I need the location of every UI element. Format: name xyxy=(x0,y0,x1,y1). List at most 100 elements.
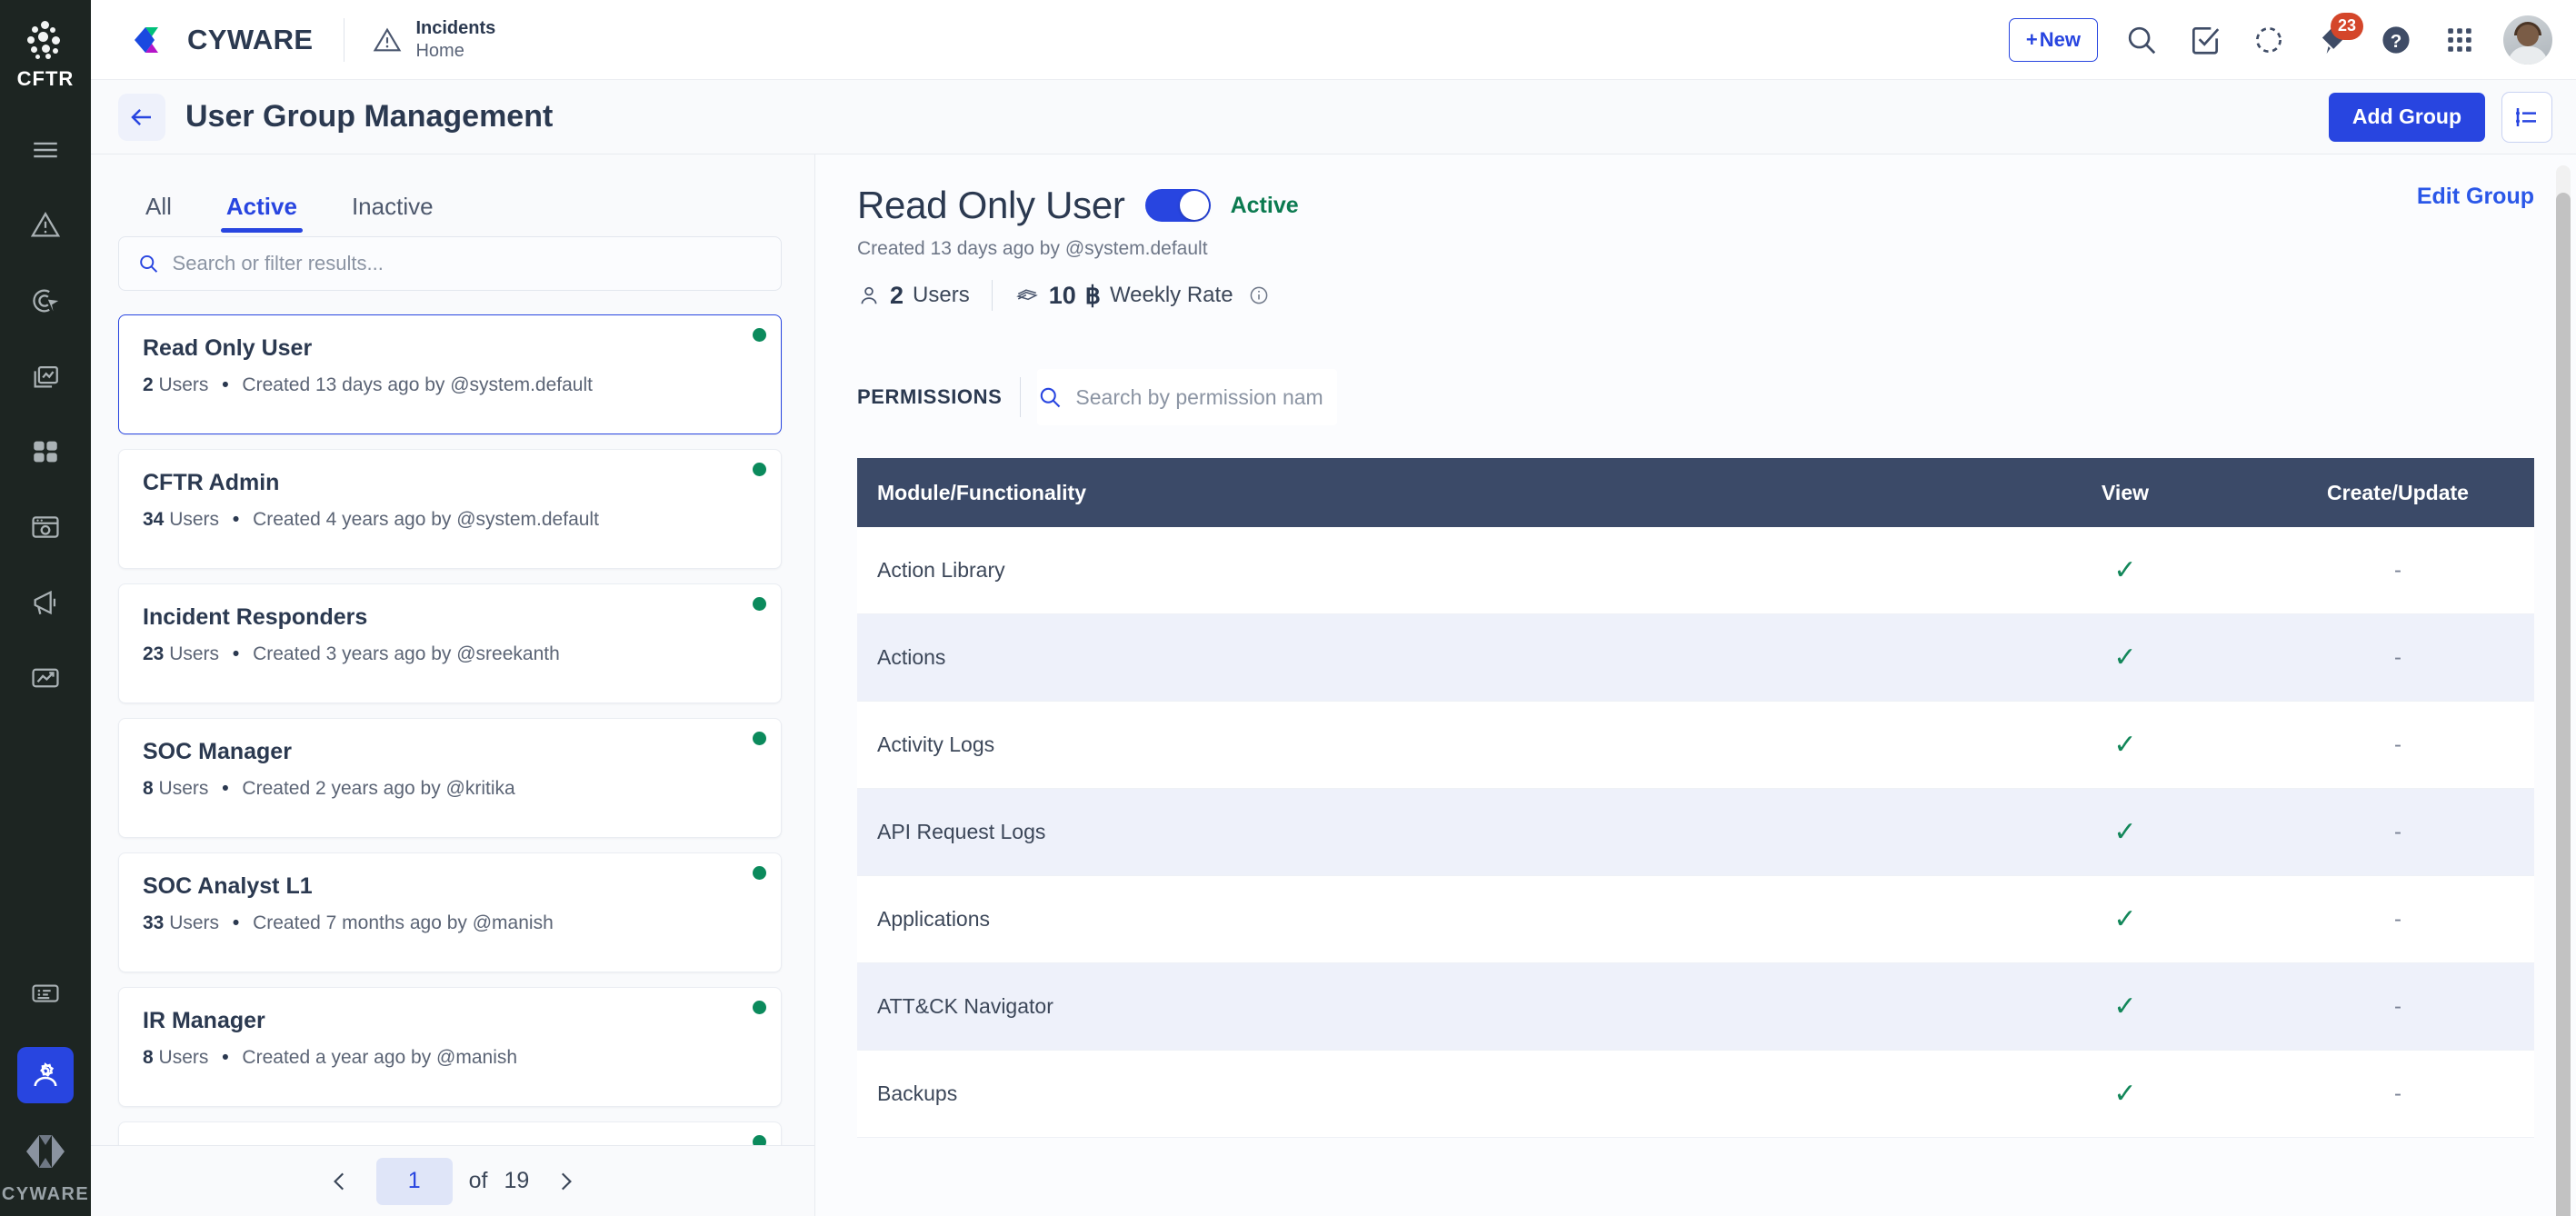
add-group-button[interactable]: Add Group xyxy=(2328,92,2485,142)
menu-icon[interactable] xyxy=(17,122,74,178)
left-nav-rail: CFTR CYWARE xyxy=(0,0,91,1216)
console-icon[interactable] xyxy=(17,965,74,1022)
bullet-separator: • xyxy=(222,374,229,396)
group-users-label: Users xyxy=(158,1047,209,1069)
list-item[interactable]: SOC Manager 8 Users • Created 2 years ag… xyxy=(118,718,782,839)
apps-grid-icon[interactable] xyxy=(17,424,74,480)
permission-search-input[interactable] xyxy=(1075,384,1323,410)
search-icon xyxy=(140,254,158,273)
list-item[interactable]: CFTR Admin 34 Users • Created 4 years ag… xyxy=(118,449,782,570)
analytics-icon[interactable] xyxy=(17,650,74,706)
detail-scrollbar[interactable] xyxy=(2556,165,2571,1216)
cell-view: ✓ xyxy=(1989,731,2261,759)
table-row[interactable]: Applications ✓ - xyxy=(857,876,2534,963)
cell-create-update: - xyxy=(2261,1081,2534,1107)
tasks-icon[interactable] xyxy=(2185,20,2225,60)
help-icon[interactable]: ? xyxy=(2376,20,2416,60)
new-button-label: New xyxy=(2039,27,2081,51)
orchestration-icon[interactable] xyxy=(17,499,74,555)
cell-module: Backups xyxy=(877,1081,958,1105)
page-header-actions: Add Group xyxy=(2328,91,2552,143)
table-row[interactable]: ATT&CK Navigator ✓ - xyxy=(857,963,2534,1051)
prev-page-button[interactable] xyxy=(320,1161,360,1201)
tab-active[interactable]: Active xyxy=(199,194,324,233)
next-page-button[interactable] xyxy=(545,1161,585,1201)
group-users-label: Users xyxy=(169,509,220,531)
group-title: Read Only User xyxy=(857,184,1125,226)
scrollbar-thumb[interactable] xyxy=(2556,193,2571,1216)
page-header: User Group Management Add Group xyxy=(91,80,2576,154)
search-input[interactable] xyxy=(172,252,763,276)
back-button[interactable] xyxy=(118,93,165,141)
group-name: CFTR Admin xyxy=(143,470,280,496)
content-body: All Active Inactive Read Only User xyxy=(91,154,2576,1216)
reports-icon[interactable] xyxy=(17,348,74,404)
list-item[interactable]: IR Manager 8 Users • Created a year ago … xyxy=(118,987,782,1108)
dash-mark: - xyxy=(2394,644,2401,670)
cell-create-update: - xyxy=(2261,994,2534,1020)
group-users-label: Users xyxy=(158,374,209,396)
incidents-icon[interactable] xyxy=(17,197,74,254)
group-created: Created 3 years ago by @sreekanth xyxy=(253,643,560,665)
bullet-separator: • xyxy=(232,509,240,531)
dash-mark: - xyxy=(2394,1081,2401,1106)
rail-brand-label: CYWARE xyxy=(1,1184,90,1204)
cell-module: Activity Logs xyxy=(877,733,995,756)
dash-mark: - xyxy=(2394,732,2401,757)
incidents-warning-icon xyxy=(374,27,402,51)
bullet-separator: • xyxy=(222,778,229,800)
dash-mark: - xyxy=(2394,993,2401,1019)
group-meta: 34 Users • Created 4 years ago by @syste… xyxy=(143,509,757,531)
user-management-icon[interactable] xyxy=(17,1047,74,1103)
users-stat-value: 2 xyxy=(890,281,904,309)
permission-search-box[interactable] xyxy=(1037,369,1338,425)
search-icon[interactable] xyxy=(2122,20,2162,60)
threat-hunting-icon[interactable] xyxy=(17,273,74,329)
table-row[interactable]: Backups ✓ - xyxy=(857,1051,2534,1138)
breadcrumb[interactable]: Incidents Home xyxy=(372,17,495,62)
edit-group-link[interactable]: Edit Group xyxy=(2417,184,2534,210)
tab-inactive[interactable]: Inactive xyxy=(324,194,461,233)
table-row[interactable]: Activity Logs ✓ - xyxy=(857,702,2534,789)
new-button[interactable]: + New xyxy=(2008,17,2098,62)
group-users-label: Users xyxy=(169,643,220,665)
permissions-table: Module/Functionality View Create/Update … xyxy=(857,458,2534,1216)
group-user-count: 34 xyxy=(143,509,165,531)
app-switcher-icon[interactable] xyxy=(2440,20,2480,60)
breadcrumb-current: Incidents xyxy=(415,18,496,39)
group-users-label: Users xyxy=(158,778,209,800)
status-dot-icon xyxy=(753,866,766,881)
list-item[interactable]: Read Only User 2 Users • Created 13 days… xyxy=(118,314,782,435)
group-name: SOC Manager xyxy=(143,739,292,765)
permissions-label: PERMISSIONS xyxy=(857,385,1003,408)
table-row[interactable]: Action Library ✓ - xyxy=(857,527,2534,614)
table-row[interactable]: API Request Logs ✓ - xyxy=(857,789,2534,876)
tab-all[interactable]: All xyxy=(118,194,199,233)
group-search-box[interactable] xyxy=(118,236,782,292)
notifications-icon[interactable]: 23 xyxy=(2312,12,2363,60)
dash-mark: - xyxy=(2394,557,2401,583)
cell-create-update: - xyxy=(2261,820,2534,845)
group-active-toggle[interactable] xyxy=(1144,189,1211,222)
rail-icon-list xyxy=(0,122,91,725)
bullet-separator: • xyxy=(232,912,240,934)
brand-wordmark: CYWARE xyxy=(187,23,314,55)
announcements-icon[interactable] xyxy=(17,574,74,631)
avatar[interactable] xyxy=(2503,15,2552,65)
group-created: Created 13 days ago by @system.default xyxy=(242,374,593,396)
page-number-input[interactable]: 1 xyxy=(375,1157,453,1205)
cell-module: API Request Logs xyxy=(877,820,1046,843)
new-button-plus: + xyxy=(2025,27,2038,51)
column-header-create-update: Create/Update xyxy=(2327,480,2469,504)
table-row[interactable]: Actions ✓ - xyxy=(857,614,2534,702)
group-created: Created 4 years ago by @system.default xyxy=(253,509,599,531)
list-settings-icon[interactable] xyxy=(2501,91,2552,143)
cell-module: Action Library xyxy=(877,558,1005,582)
group-title-row: Read Only User Active xyxy=(857,184,1299,227)
cyware-brand[interactable]: CYWARE xyxy=(133,22,313,58)
cyware-mark-icon xyxy=(21,1127,70,1181)
list-item[interactable] xyxy=(118,1121,782,1145)
activity-icon[interactable] xyxy=(2249,20,2289,60)
list-item[interactable]: SOC Analyst L1 33 Users • Created 7 mont… xyxy=(118,852,782,973)
list-item[interactable]: Incident Responders 23 Users • Created 3… xyxy=(118,583,782,704)
